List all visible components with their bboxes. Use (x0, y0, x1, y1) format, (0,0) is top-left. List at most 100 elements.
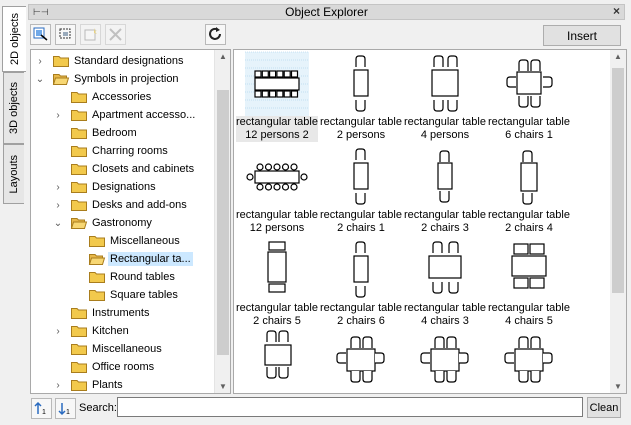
tree-item[interactable]: › Plants (56, 376, 125, 393)
object-caption-line2: 2 chairs 4 (505, 222, 553, 234)
object-item[interactable]: rectangular table 4 persons (404, 52, 486, 142)
grid-scroll-thumb[interactable] (612, 68, 624, 293)
object-item[interactable]: rectangular table 2 chairs 3 (404, 145, 486, 235)
tab-label: 2D objects (8, 13, 21, 65)
grid-scrollbar[interactable]: ▲ ▼ (610, 50, 626, 393)
object-item[interactable]: rectangular table 2 persons (320, 52, 402, 142)
pin-icon[interactable]: ⊢⊣ (33, 5, 49, 19)
refresh-button[interactable] (205, 24, 226, 45)
scroll-down-arrow[interactable]: ▼ (215, 382, 230, 391)
table-symbol-icon (245, 51, 309, 116)
object-item[interactable]: rectangular table 2 chairs 4 (488, 145, 570, 235)
object-item[interactable] (404, 331, 486, 393)
tree-item[interactable]: › Kitchen (56, 322, 131, 340)
object-item[interactable] (320, 331, 402, 393)
tree-item[interactable]: Closets and cabinets (71, 160, 196, 178)
tree-scroll-thumb[interactable] (217, 90, 229, 355)
tree-item[interactable]: Accessories (71, 88, 153, 106)
object-item[interactable] (488, 331, 570, 393)
object-caption-line1: rectangular table (404, 209, 486, 221)
tab-layouts[interactable]: Layouts (3, 144, 24, 204)
expand-arrow-icon[interactable]: › (53, 110, 63, 121)
object-caption-line1: rectangular table (320, 302, 402, 314)
new-object-button[interactable] (80, 24, 101, 45)
tree-item[interactable]: › Apartment accesso... (56, 106, 197, 124)
tree-item[interactable]: Round tables (89, 268, 177, 286)
sort-ascending-button[interactable]: 1 (31, 398, 52, 419)
tree-item[interactable]: ⌄ Symbols in projection (36, 70, 181, 88)
tree-item[interactable]: ⌄ Gastronomy (54, 214, 154, 232)
expand-arrow-icon[interactable]: › (53, 326, 63, 337)
window-title: Object Explorer (285, 5, 368, 19)
sort-descending-button[interactable]: 1 (55, 398, 76, 419)
tree-item[interactable]: Rectangular ta... (88, 250, 193, 268)
scroll-up-arrow[interactable]: ▲ (215, 52, 230, 61)
object-item[interactable]: rectangular table 12 persons 2 (236, 51, 318, 142)
tree-item-label: Closets and cabinets (92, 163, 195, 175)
tree-item[interactable]: Bedroom (71, 124, 139, 142)
collapse-arrow-icon[interactable]: ⌄ (35, 74, 45, 85)
window-title-bar: ⊢⊣ Object Explorer × (28, 4, 625, 20)
table-symbol-icon (353, 241, 369, 298)
tree-item-label: Symbols in projection (74, 73, 179, 85)
object-caption-line2: 2 chairs 5 (253, 315, 301, 327)
tree-scrollbar[interactable]: ▲ ▼ (214, 50, 230, 393)
object-caption-line1: rectangular table (236, 302, 318, 314)
delete-button[interactable] (105, 24, 126, 45)
scroll-down-arrow[interactable]: ▼ (610, 382, 626, 391)
tree-item-label: Kitchen (92, 325, 129, 337)
object-item[interactable]: rectangular table 4 chairs 5 (488, 238, 570, 328)
tree-item-label: Miscellaneous (92, 343, 162, 355)
tab-2d-objects[interactable]: 2D objects (2, 6, 26, 72)
object-item[interactable]: rectangular table 6 chairs 1 (488, 52, 570, 142)
tab-3d-objects[interactable]: 3D objects (3, 72, 24, 144)
tree-item-label: Miscellaneous (110, 235, 180, 247)
object-item[interactable]: rectangular table 12 persons (236, 145, 318, 235)
tree-item[interactable]: Instruments (71, 304, 151, 322)
object-caption-line1: rectangular table (236, 209, 318, 221)
expand-arrow-icon[interactable]: › (53, 200, 63, 211)
tree-item[interactable]: Charring rooms (71, 142, 170, 160)
collapse-arrow-icon[interactable]: ⌄ (53, 218, 63, 229)
folder-icon (89, 272, 105, 283)
view-mode-button[interactable] (30, 24, 51, 45)
expand-arrow-icon[interactable]: › (53, 182, 63, 193)
tree-item[interactable]: › Standard designations (38, 52, 185, 70)
object-item[interactable]: rectangular table 4 chairs 3 (404, 238, 486, 328)
clean-button[interactable]: Clean (587, 397, 621, 418)
tree-item-label: Desks and add-ons (92, 199, 187, 211)
table-symbol-icon (431, 55, 459, 112)
svg-text:1: 1 (42, 409, 46, 416)
folder-icon (53, 56, 69, 67)
folder-icon (71, 164, 87, 175)
toolbar: Insert (28, 22, 627, 48)
tree-item[interactable]: › Designations (56, 178, 158, 196)
tree-item[interactable]: Miscellaneous (71, 340, 164, 358)
tree-item[interactable]: Office rooms (71, 358, 156, 376)
tree-item[interactable]: Square tables (89, 286, 180, 304)
object-caption-line1: rectangular table (488, 302, 570, 314)
object-item[interactable]: rectangular table 2 chairs 1 (320, 145, 402, 235)
close-icon[interactable]: × (613, 4, 620, 18)
select-button[interactable] (55, 24, 76, 45)
scroll-up-arrow[interactable]: ▲ (610, 52, 626, 61)
tree-item-label: Round tables (110, 271, 175, 283)
tree-item[interactable]: › Desks and add-ons (56, 196, 189, 214)
search-input[interactable] (117, 397, 583, 417)
folder-icon (89, 236, 105, 247)
object-caption-line1: rectangular table (488, 209, 570, 221)
tree-item-label: Square tables (110, 289, 178, 301)
expand-arrow-icon[interactable]: › (35, 56, 45, 67)
tree-item[interactable]: Miscellaneous (89, 232, 182, 250)
insert-button[interactable]: Insert (543, 25, 621, 46)
object-item[interactable] (236, 330, 318, 393)
folder-icon (89, 290, 105, 301)
table-symbol-icon (267, 241, 287, 293)
expand-arrow-icon[interactable]: › (53, 380, 63, 391)
object-caption-line1: rectangular table (236, 116, 318, 129)
object-item[interactable]: rectangular table 2 chairs 5 (236, 238, 318, 328)
folder-icon (71, 362, 87, 373)
object-item[interactable]: rectangular table 2 chairs 6 (320, 238, 402, 328)
object-caption-line2: 2 chairs 3 (421, 222, 469, 234)
object-caption-line1: rectangular table (488, 116, 570, 128)
